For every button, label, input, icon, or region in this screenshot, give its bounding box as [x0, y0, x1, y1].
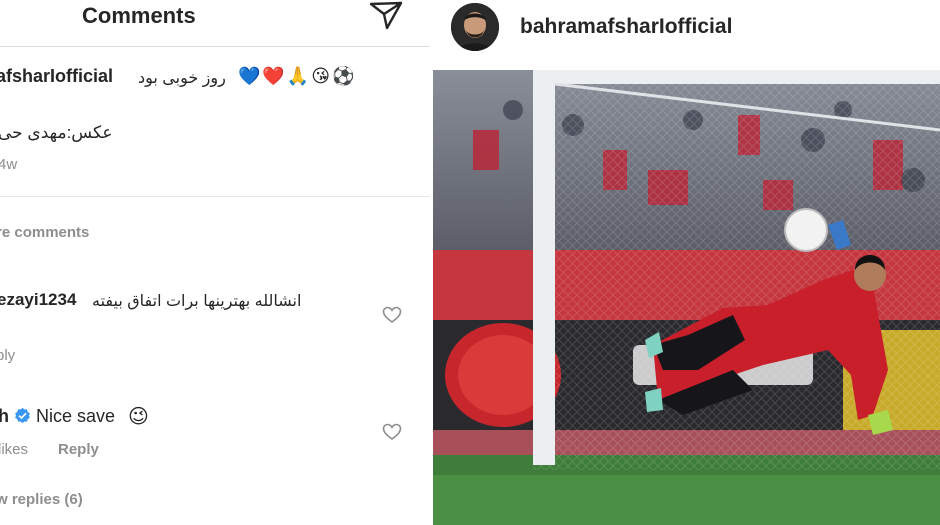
comment-likes-count[interactable]: likes [0, 441, 28, 458]
heart-icon[interactable] [382, 422, 402, 442]
folded-hands-emoji: 🙏 [286, 66, 310, 86]
post-panel: bahramafsharIofficial [430, 0, 940, 525]
page-title: Comments [82, 3, 196, 28]
post-username[interactable]: bahramafsharIofficial [520, 15, 732, 39]
caption-username[interactable]: afsharIofficial [0, 66, 113, 87]
load-more-comments-link[interactable]: re comments [0, 224, 89, 241]
heart-icon[interactable] [382, 305, 402, 325]
caption-emojis: 💙 ❤️ 🙏 😘 ⚽ [238, 66, 354, 87]
verified-badge-icon [15, 407, 30, 424]
comments-panel: Comments afsharIofficial روز خوبی بود 💙 … [0, 0, 430, 525]
send-icon[interactable] [368, 0, 404, 30]
kiss-face-emoji: 😘 [311, 66, 331, 86]
comment-text: انشالله بهترینها برات اتفاق بیفته [92, 293, 302, 310]
divider [0, 196, 430, 197]
soccer-ball-emoji: ⚽ [332, 66, 355, 86]
post-photo [433, 70, 940, 525]
comment-username[interactable]: h [0, 406, 9, 427]
comments-header: Comments [0, 0, 430, 47]
comment-text: Nice save [36, 406, 116, 426]
caption-timestamp: 4w [0, 156, 18, 173]
comment-reply-link[interactable]: Reply [58, 441, 99, 458]
view-replies-link[interactable]: w replies (6) [0, 491, 83, 508]
caption-photo-credit: عکس:مهدی حی [0, 123, 113, 142]
blue-heart-emoji: 💙 [238, 66, 261, 86]
comment-reply-link[interactable]: ply [0, 347, 15, 364]
avatar[interactable] [451, 3, 499, 51]
wink-emoji: 😉 [128, 406, 149, 428]
comment-username[interactable]: ezayi1234 [0, 290, 76, 310]
red-heart-emoji: ❤️ [262, 66, 285, 86]
caption-text: روز خوبی بود [138, 70, 226, 87]
